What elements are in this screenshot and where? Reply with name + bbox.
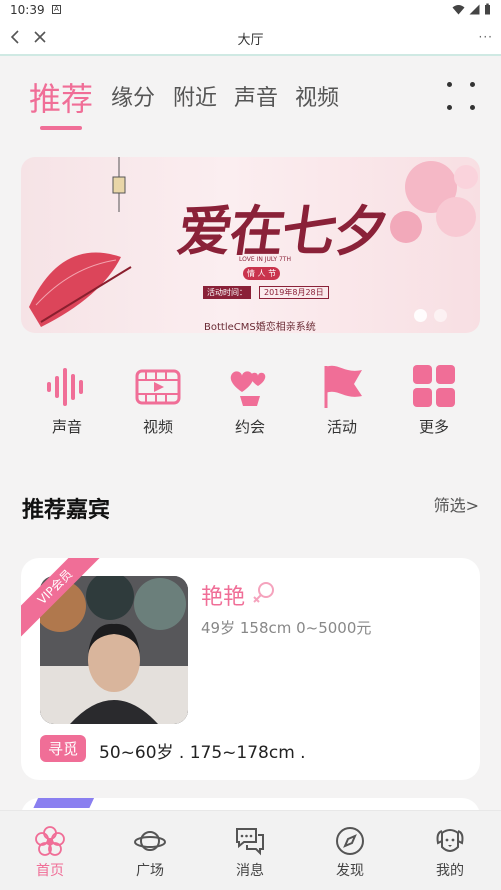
nav-home[interactable]: 首页: [20, 825, 80, 880]
banner-headline: 爱在七夕: [173, 199, 391, 263]
video-film-icon: [135, 369, 181, 405]
home-flower-icon: [35, 826, 65, 856]
badge-ribbon: [33, 798, 101, 808]
active-tab-indicator: [40, 126, 82, 130]
system-indicators: [452, 3, 491, 15]
umbrella-illustration: [29, 252, 132, 327]
quick-link-video[interactable]: 视频: [118, 362, 198, 437]
lantern-illustration: [112, 157, 126, 212]
wifi-icon: [452, 4, 465, 14]
tab-recommend[interactable]: 推荐: [29, 74, 93, 120]
nav-profile[interactable]: 我的: [420, 825, 480, 880]
nav-label: 我的: [436, 863, 464, 879]
quick-link-label: 声音: [51, 418, 82, 436]
nav-label: 发现: [336, 863, 364, 879]
flag-icon: [324, 365, 362, 408]
quick-links: 声音 视频 约会 活动 更多: [0, 362, 501, 442]
nav-square[interactable]: 广场: [120, 825, 180, 880]
promo-banner[interactable]: 爱在七夕 LOVE IN JULY 7TH 情 人 节 活动时间： 2019年8…: [21, 157, 480, 333]
quick-link-more[interactable]: 更多: [394, 362, 474, 437]
tab-fate[interactable]: 缘分: [111, 80, 155, 112]
nav-discover[interactable]: 发现: [320, 825, 380, 880]
seeking-criteria: 50~60岁 . 175~178cm .: [99, 743, 306, 763]
title-bar: 大厅 ···: [0, 20, 501, 56]
status-time: 10:39: [10, 3, 45, 17]
carousel-dot-2[interactable]: [434, 309, 447, 322]
quick-link-activity[interactable]: 活动: [302, 362, 382, 437]
portrait-image: [40, 576, 188, 724]
category-tabs: 推荐 缘分 附近 声音 视频: [0, 70, 501, 136]
bottom-nav: 首页 广场 消息 发现 我的: [0, 810, 501, 890]
signal-icon: [469, 4, 480, 14]
compass-icon: [336, 827, 364, 855]
seeking-tag: 寻觅: [40, 735, 87, 762]
nav-label: 广场: [136, 863, 164, 879]
quick-link-date[interactable]: 约会: [210, 362, 290, 437]
quick-link-label: 视频: [142, 418, 173, 436]
banner-tag: 情 人 节: [243, 267, 281, 280]
female-gender-icon: [253, 582, 274, 603]
dog-face-icon: [436, 829, 464, 852]
quick-link-voice[interactable]: 声音: [27, 362, 107, 437]
filter-link[interactable]: 筛选>: [434, 492, 479, 516]
guest-info: 49岁 158cm 0~5000元: [201, 619, 372, 637]
more-options-button[interactable]: ···: [479, 30, 493, 44]
grid-more-icon: [413, 365, 455, 407]
chat-bubbles-icon: [236, 828, 264, 856]
quick-link-label: 约会: [234, 418, 265, 436]
tab-video[interactable]: 视频: [295, 80, 339, 112]
banner-subline: LOVE IN JULY 7TH: [239, 256, 291, 263]
quick-link-label: 活动: [326, 418, 357, 436]
page-title: 大厅: [237, 33, 264, 48]
banner-date: 2019年8月28日: [259, 286, 329, 299]
planet-icon: [134, 831, 166, 851]
date-hearts-icon: [230, 371, 266, 406]
carousel-dot-1[interactable]: [414, 309, 427, 322]
nav-messages[interactable]: 消息: [220, 825, 280, 880]
guest-photo[interactable]: [40, 576, 188, 724]
guest-card[interactable]: VIP会员 艳艳 49岁 158cm 0~5000元 寻觅 50~60岁 . 1…: [21, 558, 480, 780]
banner-brand: BottleCMS婚恋相亲系统: [204, 322, 316, 333]
tab-nearby[interactable]: 附近: [173, 80, 217, 112]
nav-label: 消息: [236, 863, 264, 879]
battery-icon: [485, 3, 490, 15]
quick-link-label: 更多: [418, 418, 449, 436]
status-bar: 10:39 A: [0, 0, 501, 20]
tab-voice[interactable]: 声音: [234, 80, 278, 112]
section-title: 推荐嘉宾: [22, 498, 111, 523]
banner-date-label: 活动时间：: [203, 286, 251, 299]
notification-icon: A: [52, 5, 61, 14]
nav-label: 首页: [36, 863, 64, 879]
voice-wave-icon: [47, 368, 83, 406]
tab-menu-icon[interactable]: [447, 82, 475, 110]
guest-name: 艳艳: [201, 585, 246, 610]
